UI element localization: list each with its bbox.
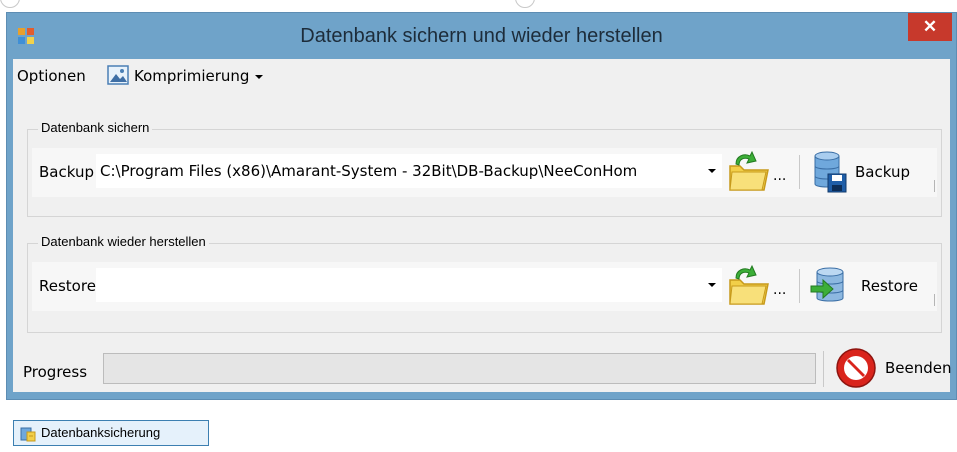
- restore-label: Restore: [39, 277, 96, 295]
- backup-group-title: Datenbank sichern: [38, 120, 153, 135]
- backup-browse-button[interactable]: ...: [773, 168, 786, 184]
- taskbar-button-label: Datenbanksicherung: [41, 425, 161, 440]
- toolbar-separator: [799, 269, 800, 303]
- database-backup-icon: [20, 427, 36, 442]
- close-icon: ✕: [922, 17, 938, 36]
- open-folder-icon[interactable]: [724, 262, 770, 311]
- chevron-down-icon[interactable]: [708, 169, 716, 173]
- menu-compression[interactable]: Komprimierung: [134, 67, 264, 85]
- database-restore-icon: [810, 267, 844, 302]
- open-folder-icon[interactable]: [724, 148, 770, 197]
- backup-path-value: C:\Program Files (x86)\Amarant-System - …: [100, 162, 638, 180]
- backup-label: Backup: [39, 163, 94, 181]
- menu-bar: Optionen Komprimierung: [13, 59, 950, 93]
- progress-bar: [103, 353, 816, 384]
- separator: [823, 351, 824, 387]
- window-title: Datenbank sichern und wieder herstellen: [300, 25, 663, 47]
- progress-label: Progress: [23, 363, 88, 381]
- toolbar-separator: [799, 155, 800, 189]
- chevron-down-icon[interactable]: [708, 283, 716, 287]
- image-icon: [107, 65, 129, 85]
- restore-browse-button[interactable]: ...: [773, 282, 786, 298]
- background-radio-icon: [0, 0, 20, 8]
- restore-path-combobox[interactable]: [96, 268, 722, 302]
- backup-button[interactable]: Backup: [807, 150, 929, 194]
- close-button[interactable]: ✕: [908, 13, 952, 41]
- toolbar-grip: [934, 180, 935, 192]
- restore-group-title: Datenbank wieder herstellen: [38, 234, 209, 249]
- dialog-window: Datenbank sichern und wieder herstellen …: [6, 12, 957, 400]
- toolbar-grip: [934, 294, 935, 306]
- restore-toolbar: Restore ... Restore: [32, 262, 937, 311]
- chevron-down-icon: [255, 74, 264, 79]
- restore-groupbox: Datenbank wieder herstellen Restore ...: [27, 234, 942, 333]
- backup-button-label: Backup: [855, 163, 910, 181]
- backup-path-combobox[interactable]: C:\Program Files (x86)\Amarant-System - …: [96, 154, 722, 188]
- title-bar[interactable]: Datenbank sichern und wieder herstellen …: [7, 13, 956, 59]
- quit-button[interactable]: Beenden: [831, 345, 952, 391]
- client-area: Optionen Komprimierung Datenbank sichern…: [13, 59, 952, 392]
- background-radio-icon: [515, 0, 535, 8]
- backup-toolbar: Backup C:\Program Files (x86)\Amarant-Sy…: [32, 148, 937, 197]
- restore-button-label: Restore: [861, 277, 918, 295]
- stop-icon: [836, 348, 876, 388]
- quit-button-label: Beenden: [885, 359, 952, 377]
- backup-groupbox: Datenbank sichern Backup C:\Program File…: [27, 120, 942, 217]
- taskbar-button[interactable]: Datenbanksicherung: [13, 420, 209, 446]
- restore-button[interactable]: Restore: [807, 264, 929, 308]
- menu-options[interactable]: Optionen: [17, 67, 86, 85]
- menu-compression-label: Komprimierung: [134, 67, 250, 85]
- database-save-icon: [814, 151, 847, 193]
